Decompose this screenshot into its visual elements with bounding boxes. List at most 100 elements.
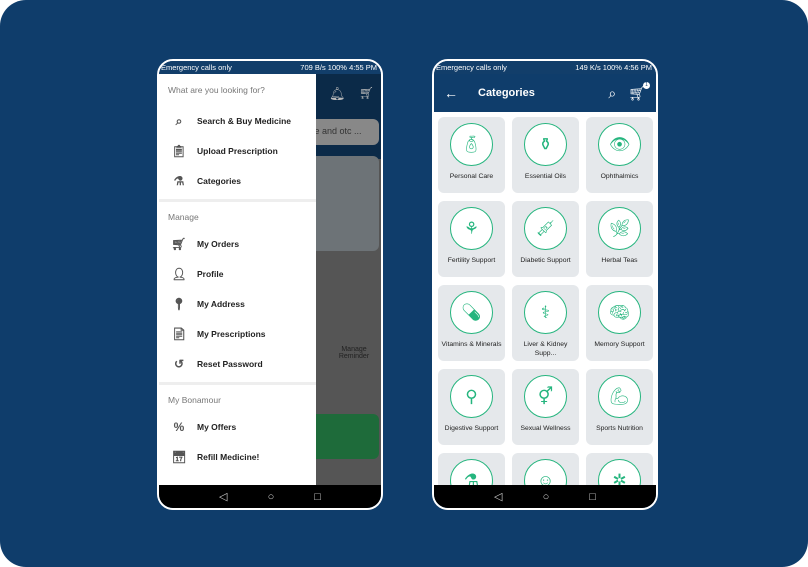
status-bar: Emergency calls only 149 K/s 100% 4:56 PM xyxy=(434,61,656,74)
menu-label: Search & Buy Medicine xyxy=(197,116,292,126)
back-nav-icon[interactable]: ◁ xyxy=(219,490,227,503)
back-arrow-icon[interactable]: ← xyxy=(444,85,478,101)
phone-categories-screen: Emergency calls only 149 K/s 100% 4:56 PM… xyxy=(432,59,658,510)
home-nav-icon[interactable]: ○ xyxy=(543,491,550,503)
category-label: Vitamins & Minerals xyxy=(441,341,502,348)
menu-label: My Prescriptions xyxy=(197,329,266,339)
category-icon: 💊︎ xyxy=(450,291,493,334)
menu-item-reset-password[interactable]: ↺ Reset Password xyxy=(159,349,316,379)
category-label: Essential Oils xyxy=(524,173,567,180)
section-header: My Bonamour xyxy=(168,395,221,405)
category-grid: 🧴︎ Personal Care ⚱ Essential Oils 👁︎ Ophthalm… xyxy=(434,112,656,485)
category-icon: ⚲ xyxy=(450,375,493,418)
divider xyxy=(159,382,316,385)
category-icon: 🌿︎ xyxy=(598,207,641,250)
category-label: Sports Nutrition xyxy=(596,425,643,432)
category-card[interactable]: 🧴︎ Personal Care xyxy=(438,117,505,193)
category-card[interactable]: 💪︎ Sports Nutrition xyxy=(586,369,653,445)
category-icon: 💉︎ xyxy=(524,207,567,250)
cart-badge: 1 xyxy=(643,81,650,89)
menu-label: My Offers xyxy=(197,422,237,432)
recents-nav-icon[interactable]: □ xyxy=(314,491,321,503)
search-icon: ⌕ xyxy=(175,113,183,128)
categories-icon: ⚗ xyxy=(173,174,185,188)
menu-item-search[interactable]: ⌕ Search & Buy Medicine xyxy=(159,106,316,136)
status-bar: Emergency calls only 709 B/s 100% 4:55 PM xyxy=(159,61,381,74)
reset-icon: ↺ xyxy=(173,357,185,371)
category-icon: ☺ xyxy=(524,459,567,485)
category-card[interactable]: ⚥ Sexual Wellness xyxy=(512,369,579,445)
category-icon: ⚥ xyxy=(524,375,567,418)
category-label: Diabetic Support xyxy=(520,257,571,264)
category-card[interactable]: ⚕ Liver & Kidney Supp... xyxy=(512,285,579,361)
back-nav-icon[interactable]: ◁ xyxy=(494,490,502,503)
search-icon[interactable]: ⌕ xyxy=(608,85,616,102)
menu-label: Profile xyxy=(197,269,224,279)
menu-label: My Orders xyxy=(197,239,240,249)
menu-label: Reset Password xyxy=(197,359,263,369)
bell-icon: 🔔︎ xyxy=(329,86,346,101)
category-card[interactable]: ⚘ Fertility Support xyxy=(438,201,505,277)
menu-item-my-offers[interactable]: % My Offers xyxy=(159,412,316,442)
category-label: Sexual Wellness xyxy=(520,425,571,432)
offer-icon: % xyxy=(173,420,185,434)
calendar-icon: 📅︎ xyxy=(171,450,187,464)
category-icon: ⚘ xyxy=(450,207,493,250)
menu-item-upload-prescription[interactable]: 📋︎ Upload Prescription xyxy=(159,136,316,166)
category-label: Liver & Kidney Supp... xyxy=(523,341,568,357)
category-card[interactable]: 🧠︎ Memory Support xyxy=(586,285,653,361)
phone-menu-screen: Emergency calls only 709 B/s 100% 4:55 PM… xyxy=(157,59,383,510)
menu-item-my-address[interactable]: 📍︎ My Address xyxy=(159,289,316,319)
menu-label: My Address xyxy=(197,299,245,309)
menu-item-my-prescriptions[interactable]: 📄︎ My Prescriptions xyxy=(159,319,316,349)
status-left: Emergency calls only xyxy=(436,63,507,72)
category-icon: ⚱ xyxy=(524,123,567,166)
divider xyxy=(159,199,316,202)
category-card[interactable]: 💊︎ Vitamins & Minerals xyxy=(438,285,505,361)
section-header: What are you looking for? xyxy=(168,85,265,95)
section-header: Manage xyxy=(168,212,199,222)
app-header: ← Categories ⌕ 🛒︎ 1 xyxy=(434,74,656,112)
home-nav-icon[interactable]: ○ xyxy=(268,491,275,503)
navigation-drawer: What are you looking for? ⌕ Search & Buy … xyxy=(159,74,316,485)
menu-label: Categories xyxy=(197,176,241,186)
cart-icon: 🛒︎ xyxy=(359,86,375,100)
category-card[interactable]: ✲ xyxy=(586,453,653,485)
category-card[interactable]: 🌿︎ Herbal Teas xyxy=(586,201,653,277)
category-label: Ophthalmics xyxy=(600,173,639,180)
prescription-icon: 📄︎ xyxy=(171,327,187,341)
category-card[interactable]: ☺ xyxy=(512,453,579,485)
category-card[interactable]: ⚲ Digestive Support xyxy=(438,369,505,445)
recents-nav-icon[interactable]: □ xyxy=(589,491,596,503)
category-icon: 👁︎ xyxy=(598,123,641,166)
menu-item-categories[interactable]: ⚗ Categories xyxy=(159,166,316,196)
status-right: 149 K/s 100% 4:56 PM xyxy=(575,63,652,72)
menu-label: Refill Medicine! xyxy=(197,452,260,462)
location-icon: 📍︎ xyxy=(171,297,187,311)
menu-label: Upload Prescription xyxy=(197,146,278,156)
status-left: Emergency calls only xyxy=(161,63,232,72)
status-right: 709 B/s 100% 4:55 PM xyxy=(300,63,377,72)
category-card[interactable]: 👁︎ Ophthalmics xyxy=(586,117,653,193)
category-label: Fertility Support xyxy=(447,257,496,264)
cart-icon[interactable]: 🛒︎ 1 xyxy=(628,81,650,102)
category-icon: 💪︎ xyxy=(598,375,641,418)
category-label: Digestive Support xyxy=(444,425,499,432)
page-title: Categories xyxy=(478,87,535,99)
category-icon: 🧠︎ xyxy=(598,291,641,334)
category-icon: ⚗ xyxy=(450,459,493,485)
menu-item-refill-medicine[interactable]: 📅︎ Refill Medicine! xyxy=(159,442,316,472)
android-nav-bar: ◁ ○ □ xyxy=(434,485,656,508)
menu-item-my-orders[interactable]: 🛒︎ My Orders xyxy=(159,229,316,259)
category-card[interactable]: 💉︎ Diabetic Support xyxy=(512,201,579,277)
category-icon: 🧴︎ xyxy=(450,123,493,166)
category-icon: ⚕ xyxy=(524,291,567,334)
manage-reminder: Manage Reminder xyxy=(338,346,370,360)
menu-item-profile[interactable]: 👤︎ Profile xyxy=(159,259,316,289)
category-icon: ✲ xyxy=(598,459,641,485)
prescription-icon: 📋︎ xyxy=(171,144,187,158)
category-card[interactable]: ⚱ Essential Oils xyxy=(512,117,579,193)
category-label: Herbal Teas xyxy=(601,257,638,264)
background-panel xyxy=(0,0,808,567)
category-card[interactable]: ⚗ xyxy=(438,453,505,485)
